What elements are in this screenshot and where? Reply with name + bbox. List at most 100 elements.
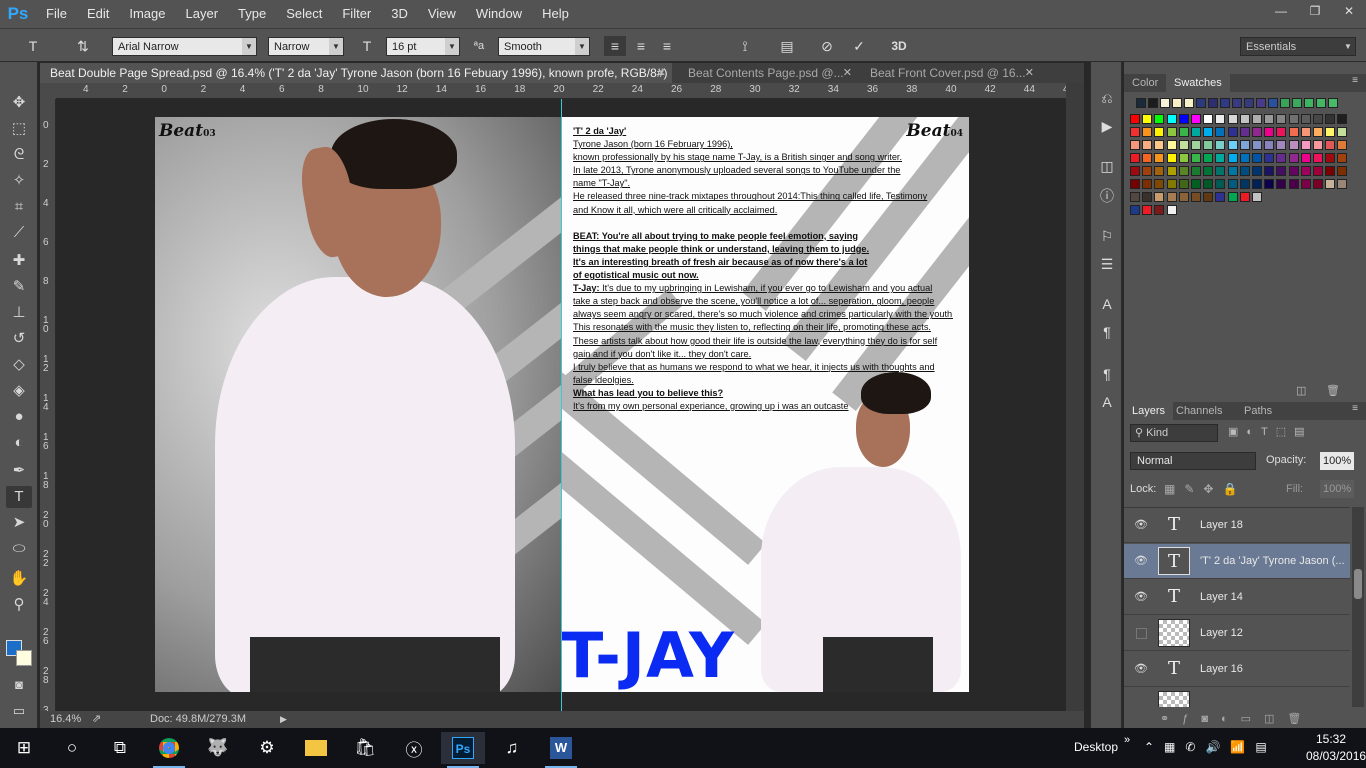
color-swatch[interactable] xyxy=(1300,114,1311,124)
pen-tool-icon[interactable]: ✒ xyxy=(6,460,32,482)
color-swatch[interactable] xyxy=(1337,166,1348,176)
task-view-icon[interactable]: ⧉ xyxy=(98,732,142,764)
color-swatch[interactable] xyxy=(1203,166,1214,176)
actions-panel-icon[interactable]: ▶ xyxy=(1096,116,1118,136)
color-swatch[interactable] xyxy=(1142,192,1153,202)
color-swatch[interactable] xyxy=(1178,114,1189,124)
tab-swatches[interactable]: Swatches xyxy=(1166,74,1230,92)
color-swatch[interactable] xyxy=(1154,153,1165,163)
photoshop-taskbar-icon[interactable]: Ps xyxy=(441,732,485,768)
color-swatch[interactable] xyxy=(1337,114,1348,124)
color-swatch[interactable] xyxy=(1178,127,1189,137)
move-tool-icon[interactable]: ✥ xyxy=(6,92,32,114)
vertical-scrollbar[interactable] xyxy=(1066,83,1084,711)
color-swatch[interactable] xyxy=(1227,179,1238,189)
color-swatch[interactable] xyxy=(1178,192,1189,202)
character-styles-icon[interactable]: ¶ xyxy=(1096,364,1118,384)
close-tab-icon[interactable]: ✕ xyxy=(657,63,666,83)
font-family-select[interactable]: Arial Narrow ▼ xyxy=(112,37,257,56)
color-swatch[interactable] xyxy=(1148,98,1158,108)
export-icon[interactable]: ⇗ xyxy=(92,711,101,728)
dodge-tool-icon[interactable]: ◐ xyxy=(6,432,32,454)
color-swatch[interactable] xyxy=(1313,153,1323,163)
color-swatch[interactable] xyxy=(1264,140,1275,150)
color-swatch[interactable] xyxy=(1337,179,1348,189)
quick-select-tool-icon[interactable]: ✧ xyxy=(6,170,32,192)
menu-3d[interactable]: 3D xyxy=(381,0,418,28)
layer-row[interactable]: Layer 12 xyxy=(1124,616,1350,651)
menu-select[interactable]: Select xyxy=(276,0,332,28)
color-swatch[interactable] xyxy=(1288,166,1299,176)
layer-row[interactable]: 👁 T Layer 18 xyxy=(1124,508,1350,543)
3d-text-icon[interactable]: 3D xyxy=(888,36,910,56)
paragraph-panel-icon[interactable]: ¶ xyxy=(1096,322,1118,342)
ellipse-tool-icon[interactable]: ⬭ xyxy=(6,538,32,560)
color-swatch[interactable] xyxy=(1178,179,1189,189)
color-swatch[interactable] xyxy=(1166,192,1177,202)
color-swatch[interactable] xyxy=(1203,179,1214,189)
color-swatch[interactable] xyxy=(1191,179,1201,189)
tab-color[interactable]: Color xyxy=(1124,74,1166,92)
color-swatch[interactable] xyxy=(1227,153,1238,163)
history-brush-tool-icon[interactable]: ↺ xyxy=(6,328,32,350)
color-swatch[interactable] xyxy=(1178,140,1189,150)
color-swatch[interactable] xyxy=(1203,140,1214,150)
color-swatch[interactable] xyxy=(1239,140,1250,150)
eraser-tool-icon[interactable]: ◇ xyxy=(6,354,32,376)
color-swatch[interactable] xyxy=(1142,140,1153,150)
color-swatch[interactable] xyxy=(1191,114,1201,124)
color-swatch[interactable] xyxy=(1264,114,1275,124)
color-swatch[interactable] xyxy=(1130,205,1140,215)
color-swatch[interactable] xyxy=(1154,179,1165,189)
lasso-tool-icon[interactable]: ᘓ xyxy=(6,144,32,166)
color-swatch[interactable] xyxy=(1130,166,1140,176)
spread-guide-line[interactable] xyxy=(561,99,562,711)
color-swatch[interactable] xyxy=(1292,98,1302,108)
tab-paths[interactable]: Paths xyxy=(1236,402,1280,420)
workspace-select[interactable]: Essentials ▼ xyxy=(1240,37,1356,56)
color-swatch[interactable] xyxy=(1172,98,1182,108)
gimp-icon[interactable]: 🐺 xyxy=(196,732,240,764)
tab-front-cover[interactable]: Beat Front Cover.psd @ 16... ✕ xyxy=(860,63,1040,83)
color-swatch[interactable] xyxy=(1337,127,1348,137)
blur-tool-icon[interactable]: ● xyxy=(6,406,32,428)
file-explorer-icon[interactable] xyxy=(294,732,338,764)
color-swatch[interactable] xyxy=(1136,98,1146,108)
menu-edit[interactable]: Edit xyxy=(77,0,119,28)
color-swatch[interactable] xyxy=(1191,192,1201,202)
color-swatch[interactable] xyxy=(1313,114,1323,124)
toggle-text-orientation-icon[interactable]: ⇅ xyxy=(72,36,94,56)
xbox-icon[interactable]: ⓧ xyxy=(392,732,436,764)
color-swatch[interactable] xyxy=(1154,114,1165,124)
type-tool-icon[interactable]: T xyxy=(6,486,32,508)
color-swatch[interactable] xyxy=(1184,98,1194,108)
color-swatch[interactable] xyxy=(1166,140,1177,150)
font-size-select[interactable]: 16 pt ▼ xyxy=(386,37,460,56)
clock-time[interactable]: 15:32 xyxy=(1316,732,1346,746)
antialias-select[interactable]: Smooth ▼ xyxy=(498,37,590,56)
color-swatch[interactable] xyxy=(1325,166,1336,176)
color-swatch[interactable] xyxy=(1191,166,1201,176)
color-swatch[interactable] xyxy=(1316,98,1326,108)
stamp-tool-icon[interactable]: ⊥ xyxy=(6,302,32,324)
color-swatch[interactable] xyxy=(1142,114,1153,124)
tab-layers[interactable]: Layers xyxy=(1124,402,1174,420)
color-swatch[interactable] xyxy=(1288,127,1299,137)
close-tab-icon[interactable]: ✕ xyxy=(843,63,852,83)
color-swatch[interactable] xyxy=(1227,114,1238,124)
layer-row[interactable]: 👁 T Layer 14 xyxy=(1124,580,1350,615)
commit-edits-icon[interactable]: ✓ xyxy=(848,36,870,56)
color-swatch[interactable] xyxy=(1154,192,1165,202)
color-swatch[interactable] xyxy=(1288,140,1299,150)
close-button[interactable]: ✕ xyxy=(1332,0,1366,22)
color-swatch[interactable] xyxy=(1325,114,1336,124)
color-swatch[interactable] xyxy=(1142,179,1153,189)
cancel-edits-icon[interactable]: ⊘ xyxy=(816,36,838,56)
color-swatch[interactable] xyxy=(1300,140,1311,150)
fill-field[interactable]: 100% xyxy=(1320,480,1354,498)
color-swatch[interactable] xyxy=(1239,153,1250,163)
color-swatch[interactable] xyxy=(1252,140,1262,150)
visibility-eye-icon[interactable]: 👁 xyxy=(1134,662,1148,676)
chrome-icon[interactable] xyxy=(147,732,191,768)
color-swatch[interactable] xyxy=(1276,114,1287,124)
